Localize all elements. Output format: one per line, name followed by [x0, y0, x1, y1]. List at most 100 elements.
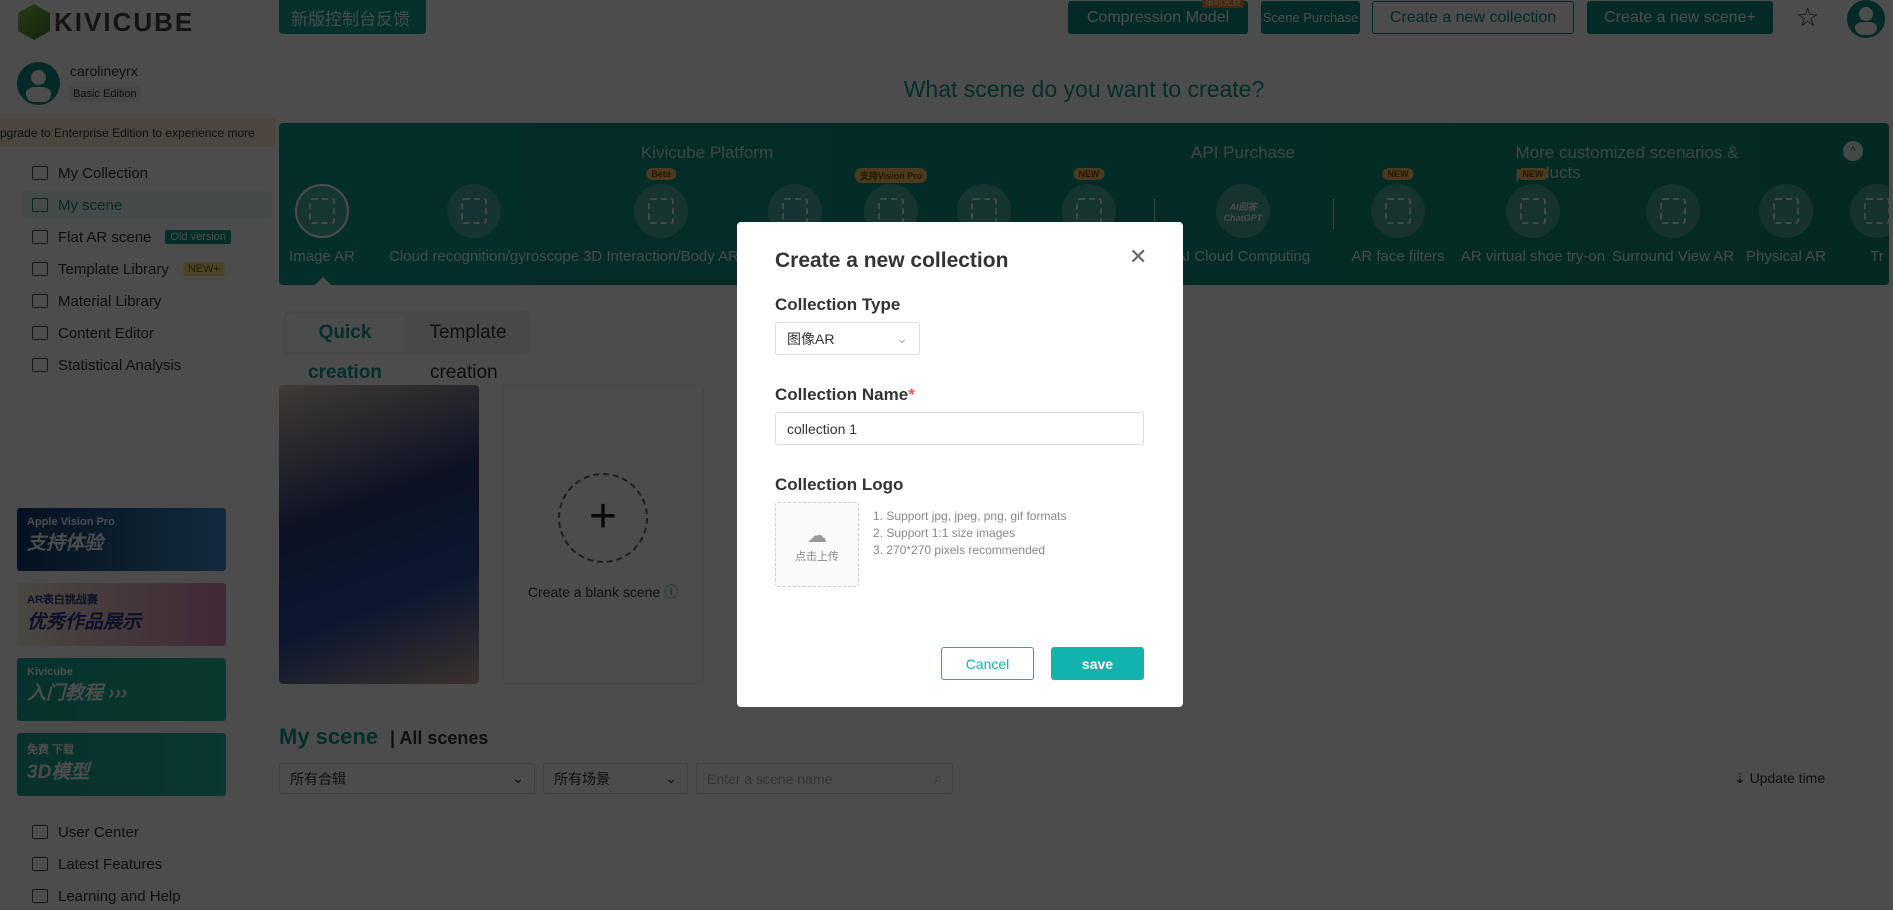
- tab-quick[interactable]: Quick: [286, 314, 404, 352]
- dialog-title: Create a new collection: [775, 249, 1009, 272]
- nav-icon: [32, 358, 48, 372]
- favorites-star-icon[interactable]: ☆: [1796, 2, 1819, 33]
- page-heading: What scene do you want to create?: [903, 76, 1265, 102]
- nav-icon: [32, 230, 48, 244]
- cancel-button[interactable]: Cancel: [941, 647, 1034, 680]
- upload-label: 点击上传: [795, 551, 839, 563]
- nav-icon: [32, 326, 48, 340]
- cube-logo-icon: [18, 4, 50, 40]
- all-scenes-label: | All scenes: [390, 728, 489, 748]
- hint: 3. 270*270 pixels recommended: [873, 543, 1046, 557]
- collection-filter[interactable]: 所有合辑 ⌄: [279, 763, 535, 794]
- blank-scene-text: Create a blank scene: [527, 584, 661, 600]
- scene-type-cloud-recognition-gyroscope[interactable]: Cloud recognition/gyroscope: [389, 184, 579, 265]
- banner-small: AR表白挑战赛: [27, 594, 98, 606]
- scan-frame-icon: [971, 198, 997, 224]
- nav-label: Latest Features: [58, 855, 163, 873]
- promo-banner[interactable]: Kivicube 入门教程 ›››: [17, 658, 226, 721]
- scene-type-icon: [447, 184, 501, 238]
- sidebar-item-template-library[interactable]: Template Library NEW+: [22, 255, 272, 283]
- scene-type-filter[interactable]: 所有场景 ⌄: [543, 763, 688, 794]
- tab-template[interactable]: Template: [409, 314, 527, 352]
- type-label: Tr: [1870, 248, 1884, 265]
- upgrade-banner[interactable]: pgrade to Enterprise Edition to experien…: [0, 118, 275, 147]
- logo-upload[interactable]: ☁ 点击上传: [775, 502, 859, 587]
- type-badge: Beta: [646, 168, 676, 180]
- my-scene-title: My scene: [279, 724, 379, 749]
- sort-update-time[interactable]: ⇣ Update time: [1734, 770, 1825, 787]
- banner-text: 优秀作品展示: [27, 612, 142, 633]
- help-icon[interactable]: ⓘ: [664, 584, 678, 600]
- scan-frame-icon: [461, 198, 487, 224]
- top-avatar[interactable]: [1847, 0, 1885, 38]
- scene-purchase-button[interactable]: Scene Purchase: [1261, 1, 1360, 34]
- sidebar-bottom-item[interactable]: User Center: [22, 818, 272, 846]
- free-badge: 限时免费: [1201, 0, 1244, 8]
- type-badge: NEW: [1517, 168, 1549, 180]
- scan-frame-icon: [309, 198, 335, 224]
- group-kivicube-platform: Kivicube Platform: [640, 143, 774, 162]
- nav-label: Learning and Help: [58, 887, 181, 905]
- type-badge: NEW: [1073, 168, 1105, 180]
- create-collection-dialog: Create a new collection ✕ Collection Typ…: [737, 222, 1183, 707]
- scene-search-input[interactable]: Enter a scene name ⌕: [696, 763, 953, 794]
- nav-label: Flat AR scene: [58, 228, 152, 246]
- sidebar-item-material-library[interactable]: Material Library: [22, 287, 272, 315]
- chevron-down-icon: ⌄: [896, 330, 908, 346]
- sidebar-bottom-item[interactable]: Latest Features: [22, 850, 272, 878]
- scene-type-ai-cloud-computing[interactable]: AI回答 ChatGPT AI Cloud Computing: [1158, 184, 1328, 265]
- sidebar-item-my-scene[interactable]: My scene: [22, 191, 272, 219]
- sidebar-item-flat-ar-scene[interactable]: Flat AR scene Old version: [22, 223, 272, 251]
- creation-tabs: Quick Template: [284, 311, 529, 355]
- promo-banner[interactable]: AR表白挑战赛优秀作品展示: [17, 583, 226, 646]
- scene-type-icon: AI回答 ChatGPT: [1216, 184, 1270, 238]
- image-ar-template-card[interactable]: [279, 385, 479, 684]
- hint: 2. Support 1:1 size images: [873, 526, 1016, 540]
- compression-model-button[interactable]: Compression Model 限时免费: [1068, 0, 1248, 34]
- promo-banner[interactable]: 免费 下载 3D模型: [17, 733, 226, 796]
- nav-label: Material Library: [58, 292, 162, 310]
- sidebar-bottom-item[interactable]: Learning and Help: [22, 882, 272, 910]
- group-api-purchase: API Purchase: [1191, 143, 1295, 162]
- type-badge: NEW: [1382, 168, 1414, 180]
- promo-banner[interactable]: Apple Vision Pro 支持体验: [17, 508, 226, 571]
- collapse-chevron-up-icon[interactable]: ^: [1843, 141, 1863, 161]
- sidebar-item-my-collection[interactable]: My Collection: [22, 159, 272, 187]
- type-label: 3D Interaction/Body AR: [583, 248, 739, 265]
- nav-label: Content Editor: [58, 324, 154, 342]
- create-collection-button[interactable]: Create a new collection: [1372, 1, 1574, 34]
- nav-icon: [32, 198, 48, 212]
- nav-label: Statistical Analysis: [58, 356, 182, 374]
- selected-indicator: [314, 277, 332, 286]
- scan-frame-icon: [1520, 198, 1546, 224]
- banner-text: 3D模型: [27, 762, 90, 783]
- search-icon: ⌕: [934, 770, 942, 786]
- ai-chatgpt-icon: AI回答 ChatGPT: [1223, 201, 1263, 223]
- collection-type-select[interactable]: 图像AR ⌄: [775, 322, 920, 355]
- scan-frame-icon: [1660, 198, 1686, 224]
- nav-label: My scene: [58, 196, 123, 214]
- blank-scene-label: Create a blank scene ⓘ: [503, 582, 703, 602]
- close-icon[interactable]: ✕: [1129, 244, 1147, 270]
- tab-quick-sub: creation: [308, 362, 382, 383]
- type-label: Collection Type: [775, 295, 901, 314]
- save-button[interactable]: save: [1051, 647, 1144, 680]
- feedback-button[interactable]: 新版控制台反馈: [279, 0, 426, 34]
- collection-name-input[interactable]: collection 1: [775, 412, 1144, 445]
- chevron-down-icon: ⌄: [665, 770, 677, 786]
- group-more-custom: More customized scenarios & products: [1515, 143, 1739, 182]
- create-scene-button[interactable]: Create a new scene+: [1587, 1, 1773, 34]
- type-label: AI Cloud Computing: [1175, 248, 1311, 265]
- sidebar-item-statistical-analysis[interactable]: Statistical Analysis: [22, 351, 272, 379]
- kivicube-logo[interactable]: KIVICUBE: [18, 4, 194, 40]
- user-avatar[interactable]: [17, 62, 60, 105]
- scan-frame-icon: [1385, 198, 1411, 224]
- scene-filter-value: 所有场景: [554, 770, 610, 787]
- banner-small: Apple Vision Pro: [27, 516, 115, 528]
- scene-type-tr[interactable]: Tr: [1792, 184, 1893, 265]
- sidebar-item-content-editor[interactable]: Content Editor: [22, 319, 272, 347]
- blank-scene-card[interactable]: + Create a blank scene ⓘ: [502, 385, 704, 684]
- name-label-text: Collection Name: [775, 385, 909, 404]
- required-asterisk: *: [908, 385, 915, 404]
- username: carolineyrx: [70, 63, 138, 79]
